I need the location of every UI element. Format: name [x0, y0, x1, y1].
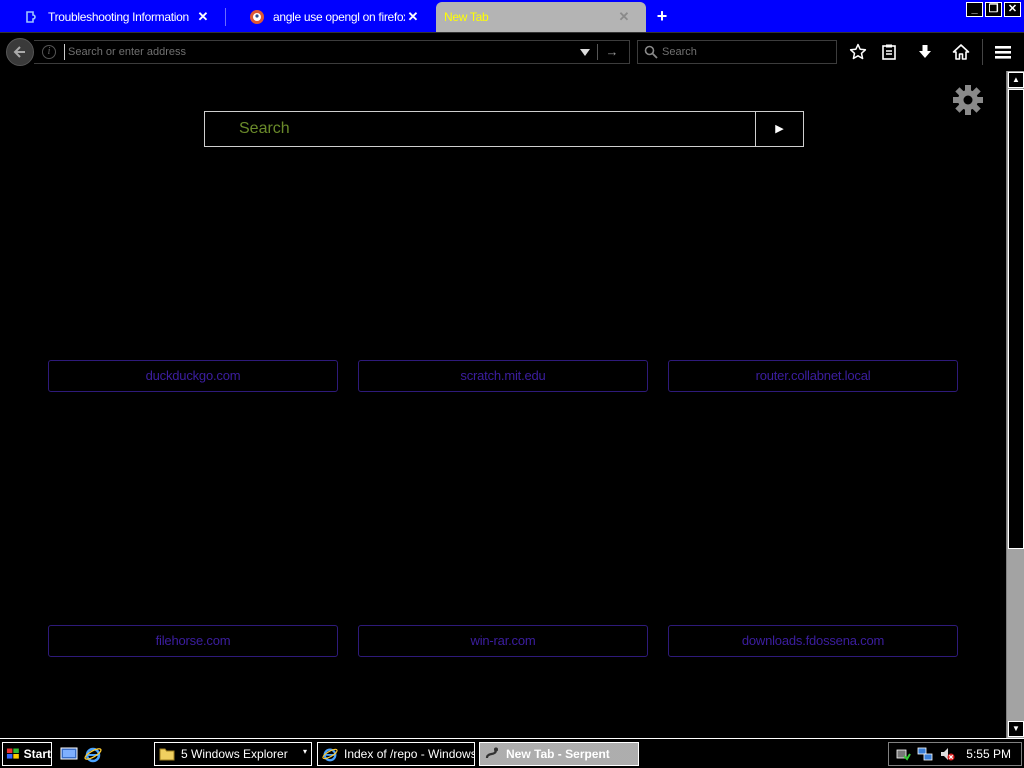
start-label: Start [23, 747, 51, 761]
system-tray: 5:55 PM [888, 742, 1022, 766]
page-search-submit-button[interactable]: ▶ [755, 112, 803, 146]
search-input[interactable] [662, 44, 832, 60]
chevron-down-icon: ▾ [302, 747, 307, 756]
tab-title: Troubleshooting Information [48, 10, 189, 24]
url-history-dropdown-icon[interactable] [578, 45, 592, 59]
url-input[interactable] [64, 44, 564, 60]
task-label: 5 Windows Explorer [181, 747, 288, 761]
new-tab-page: ▶ duckduckgo.com scratch.mit.edu router.… [0, 71, 1006, 738]
new-tab-button[interactable]: + [652, 6, 672, 26]
scroll-up-arrow-icon[interactable]: ▲ [1008, 72, 1024, 88]
tab-title: New Tab [444, 10, 489, 24]
tab-troubleshooting[interactable]: Troubleshooting Information ✕ [0, 2, 225, 32]
page-search-box: ▶ [204, 111, 804, 147]
url-bar[interactable]: i → [34, 40, 630, 64]
task-label: New Tab - Serpent [506, 747, 610, 761]
back-button[interactable] [6, 38, 34, 66]
minimize-button[interactable]: _ [966, 2, 983, 17]
taskbar-button-index-of-repo[interactable]: Index of /repo - Windows... [317, 742, 475, 766]
top-site-tile[interactable]: filehorse.com [48, 625, 338, 657]
taskbar: Start 5 Windows Explorer ▾ Index of /rep… [0, 738, 1024, 768]
close-window-button[interactable]: ✕ [1004, 2, 1021, 17]
top-site-tile[interactable]: router.collabnet.local [668, 360, 958, 392]
puzzle-icon [24, 9, 40, 25]
close-tab-icon[interactable]: ✕ [405, 9, 421, 25]
vertical-scrollbar[interactable]: ▲ ▼ [1006, 71, 1024, 738]
taskbar-button-new-tab-serpent[interactable]: New Tab - Serpent [479, 742, 639, 766]
home-icon[interactable] [950, 41, 972, 63]
system-clock[interactable]: 5:55 PM [966, 747, 1011, 761]
top-site-tile[interactable]: downloads.fdossena.com [668, 625, 958, 657]
gear-icon[interactable] [952, 84, 984, 116]
search-bar[interactable] [637, 40, 837, 64]
top-site-tile[interactable]: scratch.mit.edu [358, 360, 648, 392]
url-divider [597, 44, 598, 60]
internet-explorer-icon [322, 748, 338, 762]
page-search-input[interactable] [205, 112, 755, 146]
download-icon[interactable] [914, 41, 936, 63]
safely-remove-hardware-icon[interactable] [895, 746, 911, 762]
taskbar-button-windows-explorer[interactable]: 5 Windows Explorer ▾ [154, 742, 312, 766]
bookmark-star-icon[interactable] [847, 41, 869, 63]
back-arrow-icon [13, 46, 25, 58]
top-site-tile[interactable]: win-rar.com [358, 625, 648, 657]
serpent-browser-icon [485, 747, 498, 759]
nav-bar: i → [0, 32, 1024, 70]
internet-explorer-icon[interactable] [84, 745, 102, 763]
info-icon[interactable]: i [42, 45, 56, 59]
tab-title: angle use opengl on firefox at D [273, 10, 405, 24]
folder-icon [159, 748, 175, 761]
tab-new-tab[interactable]: New Tab ✕ [436, 2, 646, 32]
duckduckgo-icon [249, 9, 265, 25]
show-desktop-icon[interactable] [60, 745, 78, 763]
tab-angle-search[interactable]: angle use opengl on firefox at D ✕ [225, 2, 435, 32]
tab-strip: Troubleshooting Information ✕ angle use … [0, 0, 1024, 32]
toolbar-divider [982, 39, 983, 65]
go-arrow-icon[interactable]: → [604, 44, 620, 60]
task-label: Index of /repo - Windows... [344, 747, 475, 761]
windows-logo-icon [6, 748, 19, 759]
top-site-tile[interactable]: duckduckgo.com [48, 360, 338, 392]
volume-muted-icon[interactable] [939, 746, 955, 762]
start-button[interactable]: Start [2, 742, 52, 766]
scroll-down-arrow-icon[interactable]: ▼ [1008, 721, 1024, 737]
hamburger-menu-icon[interactable] [992, 41, 1014, 63]
close-tab-icon[interactable]: ✕ [195, 9, 211, 25]
search-icon [644, 45, 658, 59]
network-icon[interactable] [917, 746, 933, 762]
scrollbar-thumb[interactable] [1008, 89, 1024, 549]
maximize-button[interactable]: ❐ [985, 2, 1002, 17]
close-tab-icon[interactable]: ✕ [616, 9, 632, 25]
reading-list-icon[interactable] [878, 41, 900, 63]
